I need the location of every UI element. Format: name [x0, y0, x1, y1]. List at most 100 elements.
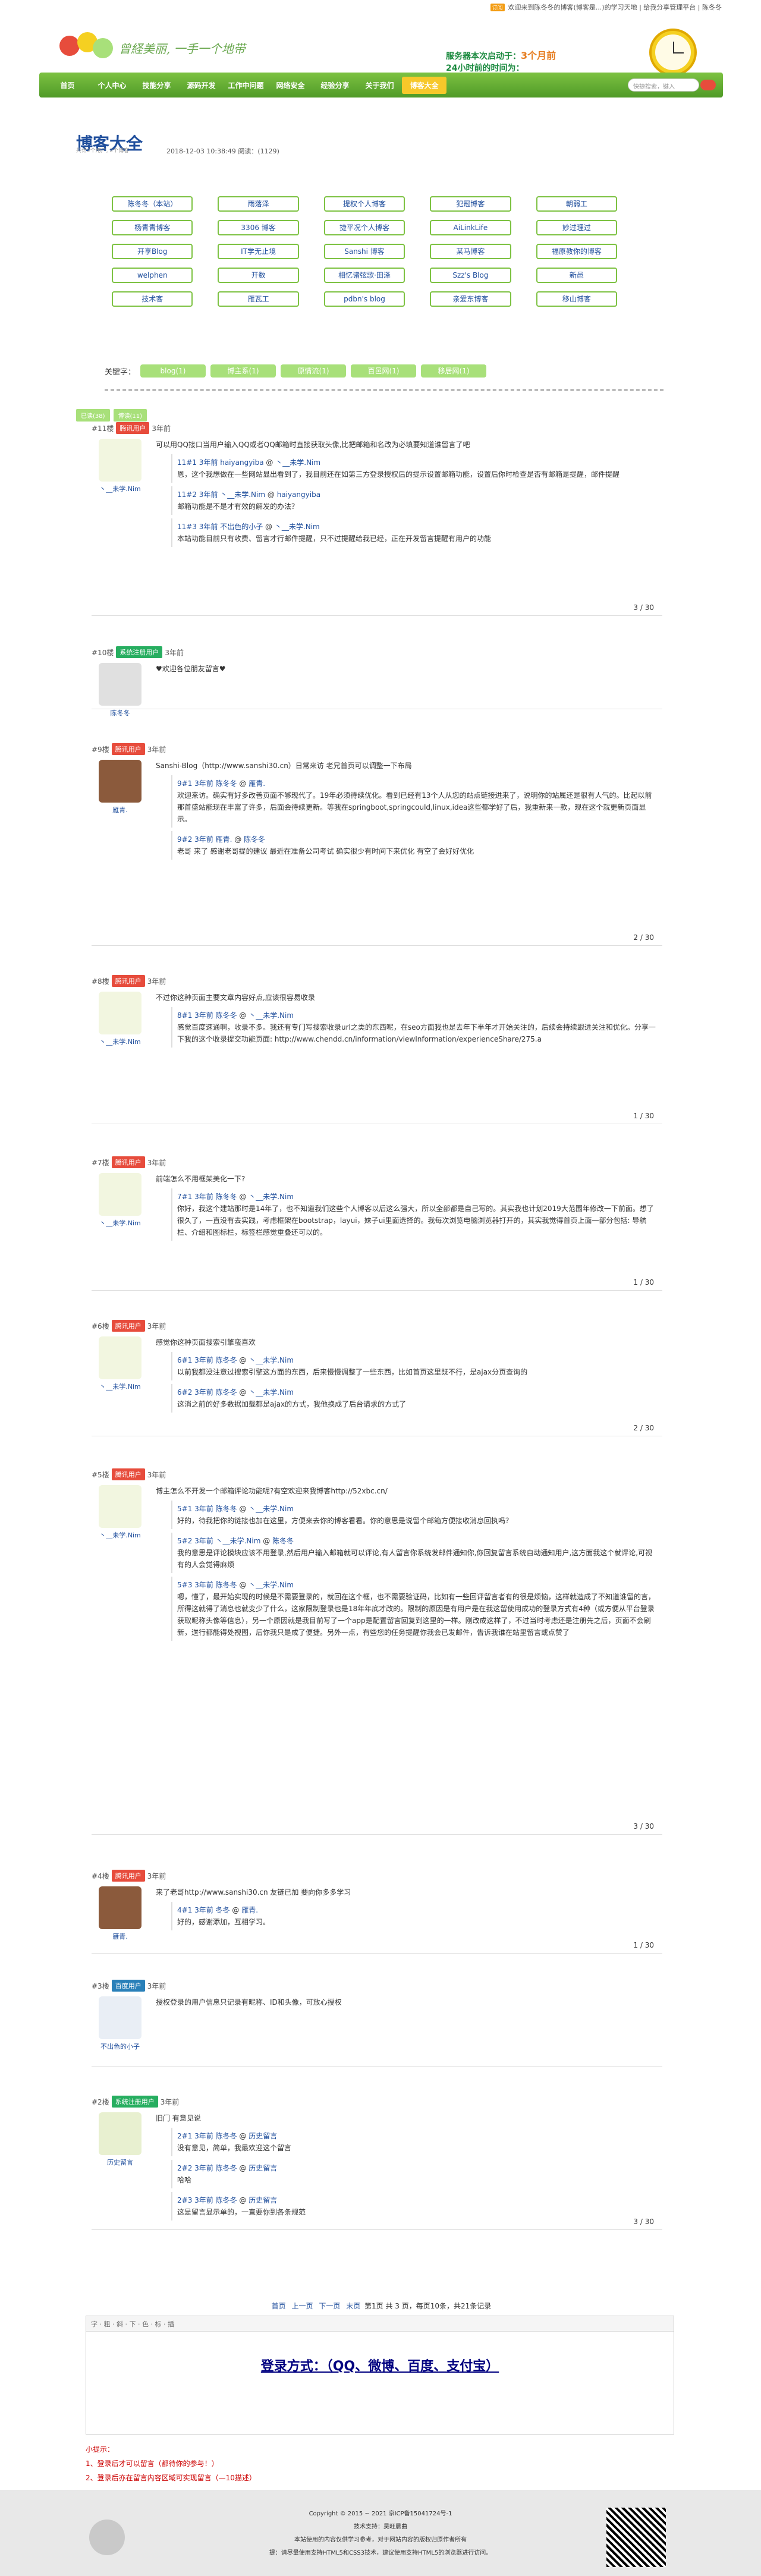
nav-item-experience[interactable]: 经验分享: [313, 80, 357, 90]
reply-to[interactable]: 丶__未学.Nim: [275, 458, 320, 467]
pager-next[interactable]: 下一页: [319, 2302, 340, 2310]
comment-username[interactable]: 历史留言: [99, 2157, 141, 2167]
reply-to[interactable]: 陈冬冬: [244, 835, 265, 844]
reply-to[interactable]: 丶__未学.Nim: [249, 1581, 294, 1589]
reply-to[interactable]: 丶__未学.Nim: [249, 1388, 294, 1396]
login-methods-link[interactable]: 登录方式：（QQ、微博、百度、支付宝）: [86, 2332, 674, 2398]
comment-avatar[interactable]: 丶__未学.Nim: [99, 439, 141, 493]
blog-link[interactable]: IT学无止境: [218, 244, 299, 259]
blog-link[interactable]: 移山博客: [536, 291, 618, 307]
blog-link[interactable]: 福原教你的博客: [536, 244, 618, 259]
blog-link[interactable]: Szz's Blog: [430, 268, 511, 283]
blog-link[interactable]: AiLinkLife: [430, 220, 511, 235]
keyword-tag[interactable]: blog(1): [140, 364, 206, 378]
comment-avatar[interactable]: 历史留言: [99, 2112, 141, 2167]
nav-item-home[interactable]: 首页: [45, 80, 90, 90]
reply-author[interactable]: 4#1 3年前 冬冬: [177, 1906, 230, 1914]
blog-link[interactable]: 提权个人博客: [323, 196, 405, 212]
comment-username[interactable]: 不出色的小子: [99, 2042, 141, 2051]
blog-link[interactable]: 雨落泽: [218, 196, 299, 212]
comment-avatar[interactable]: 丶__未学.Nim: [99, 1336, 141, 1391]
reply-to[interactable]: 历史留言: [249, 2196, 277, 2204]
reply-to[interactable]: 陈冬冬: [272, 1537, 294, 1545]
reply-to[interactable]: 丶__未学.Nim: [249, 1505, 294, 1513]
comment-avatar[interactable]: 丶__未学.Nim: [99, 1485, 141, 1540]
blog-link[interactable]: 亲爱东博客: [430, 291, 511, 307]
blog-link[interactable]: 杨青青博客: [112, 220, 193, 235]
reply-to[interactable]: 丶__未学.Nim: [275, 523, 320, 531]
blog-link[interactable]: 3306 博客: [218, 220, 299, 235]
blog-link[interactable]: 雁瓦工: [218, 291, 299, 307]
reply-author[interactable]: 5#3 3年前 陈冬冬: [177, 1581, 237, 1589]
blog-link[interactable]: 陈冬冬（本站）: [112, 196, 193, 212]
comment-avatar[interactable]: 雁青.: [99, 760, 141, 814]
comment-username[interactable]: 丶__未学.Nim: [99, 1530, 141, 1540]
rss-icon[interactable]: 订阅: [490, 3, 505, 11]
comment-avatar[interactable]: 雁青.: [99, 1886, 141, 1941]
blog-link[interactable]: 妙过理过: [536, 220, 618, 235]
editor-toolbar[interactable]: 字 · 粗 · 斜 · 下 · 色 · 标 · 插: [86, 2316, 674, 2332]
blog-link[interactable]: 开享Blog: [112, 244, 193, 259]
reply-author[interactable]: 5#2 3年前 丶__未学.Nim: [177, 1537, 260, 1545]
nav-item-work[interactable]: 工作中问题: [224, 80, 268, 90]
comment-username[interactable]: 雁青.: [99, 805, 141, 814]
filter-unread[interactable]: 博读(11): [113, 409, 147, 422]
blog-link[interactable]: 相忆诸弦歌·田泽: [323, 268, 405, 283]
nav-item-security[interactable]: 网络安全: [268, 80, 313, 90]
comment-username[interactable]: 丶__未学.Nim: [99, 1037, 141, 1046]
comment-editor[interactable]: 字 · 粗 · 斜 · 下 · 色 · 标 · 插 登录方式：（QQ、微博、百度…: [86, 2316, 674, 2435]
pager-first[interactable]: 首页: [272, 2302, 286, 2310]
blog-link[interactable]: 技术客: [112, 291, 193, 307]
keyword-tag[interactable]: 移居网(1): [421, 364, 487, 378]
comment-avatar[interactable]: 丶__未学.Nim: [99, 1173, 141, 1228]
reply-author[interactable]: 6#1 3年前 陈冬冬: [177, 1356, 237, 1364]
reply-author[interactable]: 2#2 3年前 陈冬冬: [177, 2164, 237, 2172]
reply-to[interactable]: haiyangyiba: [277, 490, 320, 499]
comment-username[interactable]: 丶__未学.Nim: [99, 1382, 141, 1391]
nav-item-blogs[interactable]: 博客大全: [402, 76, 446, 94]
site-logo[interactable]: 曾経美丽, 一手一个地带: [59, 30, 246, 65]
nav-item-source[interactable]: 源码开发: [179, 80, 224, 90]
blog-link[interactable]: pdbn's blog: [323, 291, 405, 307]
reply-author[interactable]: 2#1 3年前 陈冬冬: [177, 2132, 237, 2140]
comment-avatar[interactable]: 陈冬冬: [99, 663, 141, 718]
reply-author[interactable]: 6#2 3年前 陈冬冬: [177, 1388, 237, 1396]
nav-item-about[interactable]: 关于我们: [357, 80, 402, 90]
keyword-tag[interactable]: 百邑网(1): [351, 364, 417, 378]
nav-item-skills[interactable]: 技能分享: [134, 80, 179, 90]
blog-link[interactable]: welphen: [112, 268, 193, 283]
reply-to[interactable]: 雁青.: [249, 779, 265, 788]
reply-author[interactable]: 5#1 3年前 陈冬冬: [177, 1505, 237, 1513]
reply-to[interactable]: 历史留言: [249, 2132, 277, 2140]
comment-username[interactable]: 丶__未学.Nim: [99, 484, 141, 493]
keyword-tag[interactable]: 博主系(1): [210, 364, 276, 378]
keyword-tag[interactable]: 原情流(1): [281, 364, 347, 378]
blog-link[interactable]: 开数: [218, 268, 299, 283]
reply-author[interactable]: 11#3 3年前 不出色的小子: [177, 523, 263, 531]
pager-last[interactable]: 末页: [346, 2302, 360, 2310]
filter-read[interactable]: 已读(38): [76, 409, 110, 422]
reply-author[interactable]: 11#2 3年前 丶__未学.Nim: [177, 490, 265, 499]
blog-link[interactable]: 捷平况个人博客: [323, 220, 405, 235]
reply-author[interactable]: 9#2 3年前 雁青.: [177, 835, 232, 844]
reply-to[interactable]: 历史留言: [249, 2164, 277, 2172]
top-links-text[interactable]: 欢迎来到陈冬冬的博客(博客是...)的学习天地 | 给我分享管理平台 | 陈冬冬: [508, 2, 722, 12]
reply-to[interactable]: 丶__未学.Nim: [249, 1011, 294, 1020]
reply-to[interactable]: 丶__未学.Nim: [249, 1193, 294, 1201]
reply-author[interactable]: 7#1 3年前 陈冬冬: [177, 1193, 237, 1201]
pager-prev[interactable]: 上一页: [292, 2302, 313, 2310]
reply-to[interactable]: 丶__未学.Nim: [249, 1356, 294, 1364]
blog-link[interactable]: 犯冠博客: [430, 196, 511, 212]
comment-avatar[interactable]: 不出色的小子: [99, 1996, 141, 2051]
comment-username[interactable]: 雁青.: [99, 1932, 141, 1941]
search-button[interactable]: [700, 80, 716, 90]
reply-author[interactable]: 8#1 3年前 陈冬冬: [177, 1011, 237, 1020]
reply-author[interactable]: 2#3 3年前 陈冬冬: [177, 2196, 237, 2204]
blog-link[interactable]: Sanshi 博客: [323, 244, 405, 259]
reply-author[interactable]: 9#1 3年前 陈冬冬: [177, 779, 237, 788]
reply-author[interactable]: 11#1 3年前 haiyangyiba: [177, 458, 264, 467]
search-input[interactable]: 快捷搜索，键入: [628, 78, 699, 92]
blog-link[interactable]: 朝弱工: [536, 196, 618, 212]
comment-username[interactable]: 陈冬冬: [99, 708, 141, 718]
blog-link[interactable]: 某马博客: [430, 244, 511, 259]
